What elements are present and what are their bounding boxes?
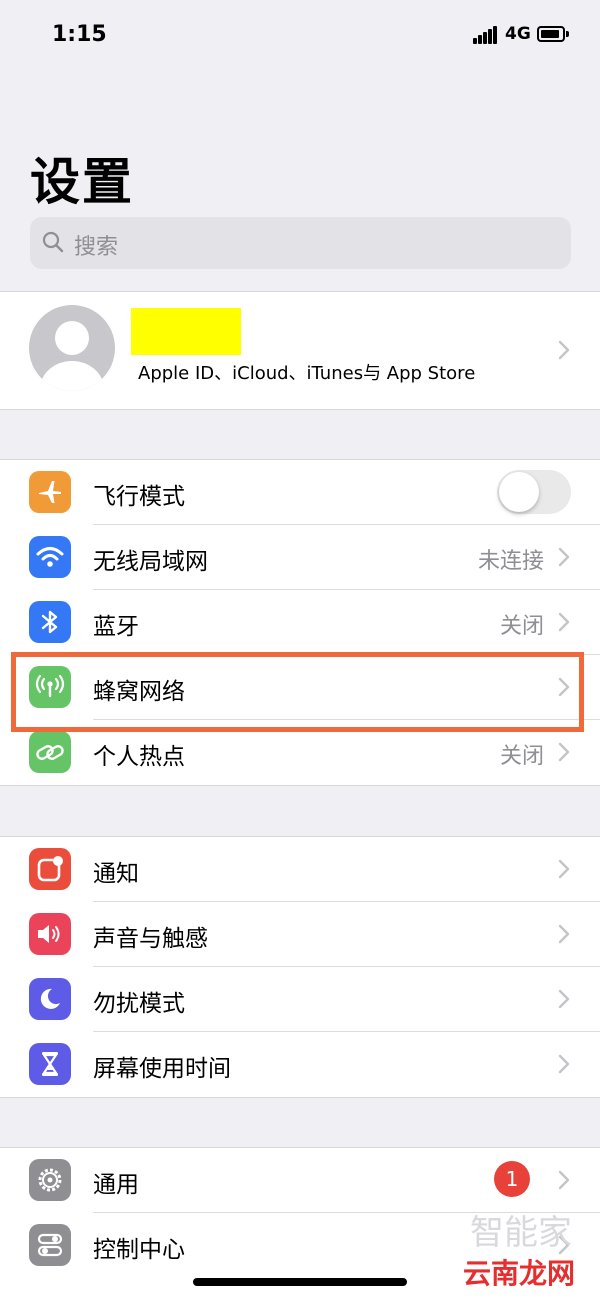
gear-icon <box>29 1159 71 1201</box>
general-label: 通用 <box>93 1172 139 1198</box>
moon-icon <box>29 978 71 1020</box>
wifi-row[interactable]: 无线局域网 未连接 <box>0 525 600 590</box>
network-type: 4G <box>505 24 531 44</box>
hotspot-label: 个人热点 <box>93 744 185 770</box>
notifications-group: 通知 声音与触感 勿扰模式 屏幕使用时间 <box>0 836 600 1098</box>
airplane-icon <box>29 471 71 513</box>
chevron-right-icon <box>558 340 570 360</box>
search-icon <box>42 231 64 253</box>
chevron-right-icon <box>558 547 570 567</box>
watermark-faint: 智能家 <box>470 1213 572 1253</box>
page-title: 设置 <box>30 153 134 211</box>
chevron-right-icon <box>558 989 570 1009</box>
chevron-right-icon <box>558 612 570 632</box>
airplane-mode-label: 飞行模式 <box>93 484 185 510</box>
screen-time-row[interactable]: 屏幕使用时间 <box>0 1032 600 1097</box>
search-placeholder: 搜索 <box>74 235 119 260</box>
airplane-mode-toggle[interactable] <box>497 470 571 514</box>
sound-label: 声音与触感 <box>93 926 208 952</box>
sound-icon <box>29 913 71 955</box>
signal-icon <box>473 26 499 44</box>
status-time: 1:15 <box>52 22 107 47</box>
chevron-right-icon <box>558 1170 570 1190</box>
screen-time-label: 屏幕使用时间 <box>93 1056 231 1082</box>
notifications-row[interactable]: 通知 <box>0 837 600 902</box>
chevron-right-icon <box>558 1054 570 1074</box>
do-not-disturb-row[interactable]: 勿扰模式 <box>0 967 600 1032</box>
chevron-right-icon <box>558 859 570 879</box>
chevron-right-icon <box>558 924 570 944</box>
wifi-label: 无线局域网 <box>93 549 208 575</box>
control-center-label: 控制中心 <box>93 1237 185 1263</box>
apple-id-subtitle: Apple ID、iCloud、iTunes与 App Store <box>138 363 476 384</box>
sound-row[interactable]: 声音与触感 <box>0 902 600 967</box>
watermark: 云南龙网 <box>463 1257 576 1290</box>
bluetooth-status: 关闭 <box>499 614 544 639</box>
avatar <box>29 305 115 391</box>
update-badge: 1 <box>494 1161 530 1197</box>
control-center-icon <box>29 1224 71 1266</box>
hotspot-icon <box>29 731 71 773</box>
highlight-box <box>11 652 584 732</box>
hotspot-status: 关闭 <box>499 744 544 769</box>
redacted-name <box>131 308 241 355</box>
notifications-label: 通知 <box>93 861 139 887</box>
search-input[interactable]: 搜索 <box>30 217 571 269</box>
wifi-status: 未连接 <box>477 549 544 574</box>
do-not-disturb-label: 勿扰模式 <box>93 991 185 1017</box>
status-bar: 1:15 4G <box>0 0 600 72</box>
notifications-icon <box>29 848 71 890</box>
bluetooth-icon <box>29 601 71 643</box>
bluetooth-label: 蓝牙 <box>93 614 139 640</box>
wifi-icon <box>29 536 71 578</box>
home-indicator[interactable] <box>193 1278 407 1286</box>
bluetooth-row[interactable]: 蓝牙 关闭 <box>0 590 600 655</box>
hourglass-icon <box>29 1043 71 1085</box>
battery-icon <box>537 26 569 42</box>
chevron-right-icon <box>558 742 570 762</box>
